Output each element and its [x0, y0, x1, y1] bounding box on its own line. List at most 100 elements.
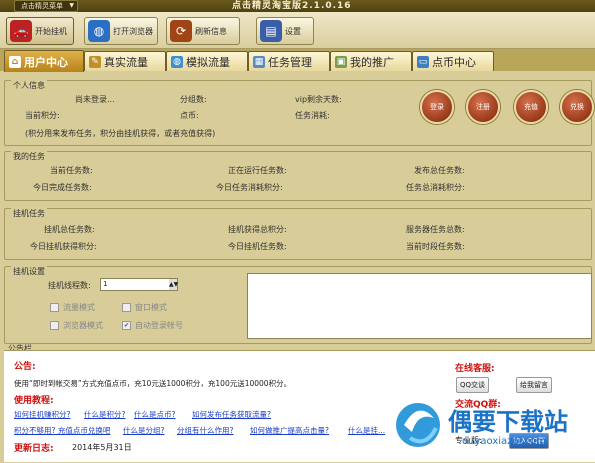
threads-value: 1	[103, 280, 108, 288]
tutorial-title: 使用教程:	[14, 396, 54, 406]
register-button[interactable]: 注册	[466, 90, 500, 124]
update-date: 2014年5月31日	[72, 443, 132, 452]
threads-input[interactable]: 1 ▲▼	[100, 278, 178, 291]
login-label: 登录	[430, 103, 444, 111]
tab-simulated-traffic[interactable]: ◍ 模拟流量	[166, 51, 248, 71]
tab-label: 我的推广	[350, 55, 394, 69]
tab-user-center[interactable]: ⌂ 用户中心	[4, 50, 84, 72]
group-count: 分组数:	[180, 95, 207, 104]
today-done: 今日完成任务数:	[33, 183, 92, 192]
current-points: 当前积分:	[25, 111, 60, 120]
hang-total-tasks: 挂机总任务数:	[44, 225, 95, 234]
checkbox-icon	[50, 321, 59, 330]
announcement-title: 公告:	[14, 362, 36, 372]
tutorial-link[interactable]: 分组有什么作用?	[177, 425, 233, 436]
pencil-icon: ✎	[89, 55, 101, 68]
online-service-title: 在线客服:	[455, 364, 495, 374]
option-label: 浏览器模式	[63, 321, 103, 330]
current-tasks: 当前任务数:	[50, 166, 93, 175]
section-title: 我的任务	[11, 151, 47, 162]
tab-label: 真实流量	[104, 55, 148, 69]
start-hang-button[interactable]: 🚗 开始挂机	[6, 17, 74, 45]
my-tasks-section: 我的任务	[4, 151, 592, 201]
watermark-text: 偶要下载站	[448, 408, 568, 436]
tab-real-traffic[interactable]: ✎ 真实流量	[84, 51, 166, 71]
document-icon: ▦	[253, 55, 265, 68]
car-icon: 🚗	[10, 20, 32, 42]
tutorial-link[interactable]: 什么是分组?	[123, 425, 164, 436]
hang-total-points: 挂机获得总积分:	[228, 225, 287, 234]
tutorial-link[interactable]: 什么是点币?	[134, 409, 175, 420]
refresh-info-label: 刷新信息	[195, 26, 227, 36]
watermark: 偶要下载站 ouyaoxiazai.com	[396, 390, 595, 461]
globe-icon: ◍	[88, 20, 110, 42]
title-bar: 点击精灵菜单 ▼ 点击精灵淘宝版2.1.0.16	[0, 0, 595, 12]
toolbar: 🚗 开始挂机 ◍ 打开浏览器 ⟳ 刷新信息 ▤ 设置	[0, 12, 595, 49]
open-browser-label: 打开浏览器	[113, 26, 153, 36]
tab-label: 模拟流量	[186, 55, 230, 69]
folder-icon: ▭	[417, 55, 429, 68]
auto-login-checkbox[interactable]: ✔ 自动登录帐号	[122, 320, 183, 331]
task-consume: 任务消耗:	[295, 111, 330, 120]
option-label: 流量模式	[63, 303, 95, 312]
points-note: (积分用来发布任务，积分由挂机获得，或者充值获得)	[25, 129, 216, 138]
section-title: 挂机设置	[11, 266, 47, 277]
tab-my-promotion[interactable]: ▣ 我的推广	[330, 51, 412, 71]
tutorial-link[interactable]: 如何发布任务获取流量?	[192, 409, 271, 420]
section-title: 个人信息	[11, 80, 47, 91]
register-label: 注册	[476, 103, 490, 111]
current-period-tasks: 当前时段任务数:	[406, 242, 465, 251]
tab-coin-center[interactable]: ▭ 点币中心	[412, 51, 494, 71]
tab-task-management[interactable]: ▦ 任务管理	[248, 51, 330, 71]
traffic-mode-checkbox[interactable]: 流量模式	[50, 302, 95, 313]
card-icon: ▣	[335, 55, 347, 68]
main-menu-button[interactable]: 点击精灵菜单 ▼	[14, 0, 78, 12]
today-consume: 今日任务消耗积分:	[216, 183, 283, 192]
refresh-info-button[interactable]: ⟳ 刷新信息	[166, 17, 240, 45]
recharge-label: 充值	[524, 103, 538, 111]
start-hang-label: 开始挂机	[35, 26, 67, 36]
option-label: 窗口模式	[135, 303, 167, 312]
refresh-icon: ⟳	[170, 20, 192, 42]
today-hang-points: 今日挂机获得积分:	[30, 242, 97, 251]
window-mode-checkbox[interactable]: 窗口模式	[122, 302, 167, 313]
open-browser-button[interactable]: ◍ 打开浏览器	[84, 17, 158, 45]
tutorial-link[interactable]: 什么是挂...	[348, 425, 385, 436]
tab-bar: ⌂ 用户中心 ✎ 真实流量 ◍ 模拟流量 ▦ 任务管理 ▣ 我的推广 ▭ 点币中心	[0, 49, 595, 72]
total-consume: 任务总消耗积分:	[406, 183, 465, 192]
server-total: 服务器任务总数:	[406, 225, 465, 234]
checkbox-icon	[122, 303, 131, 312]
window-title: 点击精灵淘宝版2.1.0.16	[232, 1, 352, 11]
published-total: 发布总任务数:	[414, 166, 465, 175]
tutorial-link[interactable]: 如何挂机赚积分?	[14, 409, 70, 420]
update-log-title: 更新日志:	[14, 444, 54, 454]
tutorial-link[interactable]: 积分不够用? 充值点币兑换吧	[14, 425, 110, 436]
checkbox-icon	[50, 303, 59, 312]
log-output-box[interactable]	[247, 273, 592, 339]
tab-label: 用户中心	[24, 55, 68, 69]
checkmark-icon: ✔	[122, 321, 131, 330]
spinner-icon[interactable]: ▲▼	[169, 279, 178, 290]
coins: 点币:	[180, 111, 199, 120]
chevron-down-icon: ▼	[69, 2, 74, 9]
running-tasks: 正在运行任务数:	[228, 166, 287, 175]
settings-button[interactable]: ▤ 设置	[256, 17, 314, 45]
tab-label: 任务管理	[268, 55, 312, 69]
main-menu-label: 点击精灵菜单	[21, 2, 63, 10]
tutorial-link[interactable]: 如何做推广提高点击量?	[250, 425, 329, 436]
login-button[interactable]: 登录	[420, 90, 454, 124]
section-title: 挂机任务	[11, 208, 47, 219]
tutorial-link[interactable]: 什么是积分?	[84, 409, 125, 420]
threads-label: 挂机线程数:	[48, 281, 91, 290]
exchange-button[interactable]: 兑换	[560, 90, 594, 124]
globe-icon: ◍	[171, 55, 183, 68]
qq-chat-label: QQ交谈	[460, 381, 486, 389]
today-hang-tasks: 今日挂机任务数:	[228, 242, 287, 251]
announcement-text: 使用“即时到帐交易”方式充值点币，充10元送1000积分，充100元送10000…	[14, 379, 292, 388]
vip-days: vip剩余天数:	[295, 95, 342, 104]
login-status: 尚未登录...	[75, 95, 115, 104]
option-label: 自动登录帐号	[135, 321, 183, 330]
browser-mode-checkbox[interactable]: 浏览器模式	[50, 320, 103, 331]
watermark-url: ouyaoxiazai.com	[462, 436, 546, 447]
recharge-button[interactable]: 充值	[514, 90, 548, 124]
